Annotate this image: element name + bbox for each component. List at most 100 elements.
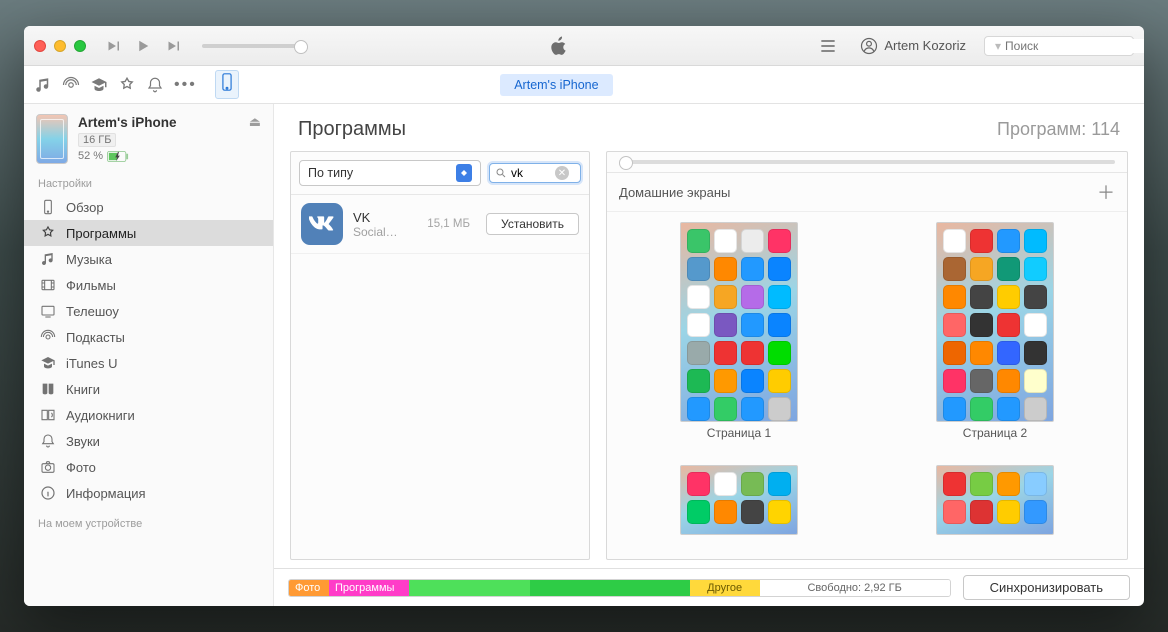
app-icon[interactable] <box>997 313 1020 337</box>
app-icon[interactable] <box>943 285 966 309</box>
home-screen-page-2[interactable] <box>936 222 1054 422</box>
app-icon[interactable] <box>687 369 710 393</box>
app-icon[interactable] <box>687 229 710 253</box>
app-icon[interactable] <box>687 285 710 309</box>
app-icon[interactable] <box>741 397 764 421</box>
app-icon[interactable] <box>997 285 1020 309</box>
sort-select[interactable]: По типу <box>299 160 481 186</box>
app-icon[interactable] <box>1024 313 1047 337</box>
app-icon[interactable] <box>714 369 737 393</box>
app-icon[interactable] <box>943 472 966 496</box>
global-search[interactable]: ▾ <box>984 36 1134 56</box>
play-icon[interactable] <box>134 37 152 55</box>
music-tab-icon[interactable] <box>34 76 52 94</box>
app-icon[interactable] <box>943 313 966 337</box>
app-icon[interactable] <box>768 500 791 524</box>
app-icon[interactable] <box>768 257 791 281</box>
app-icon[interactable] <box>997 397 1020 421</box>
sidebar-item-music[interactable]: Музыка <box>24 246 273 272</box>
app-icon[interactable] <box>714 341 737 365</box>
sidebar-item-itunesu[interactable]: iTunes U <box>24 350 273 376</box>
sidebar-item-photos[interactable]: Фото <box>24 454 273 480</box>
sidebar-item-apps[interactable]: Программы <box>24 220 273 246</box>
list-view-icon[interactable] <box>814 36 842 56</box>
home-screen-page-4[interactable] <box>936 465 1054 535</box>
app-icon[interactable] <box>687 313 710 337</box>
add-page-icon[interactable]: ＋ <box>1097 179 1115 205</box>
sidebar-item-info[interactable]: Информация <box>24 480 273 506</box>
sidebar-item-books[interactable]: Книги <box>24 376 273 402</box>
app-icon[interactable] <box>943 397 966 421</box>
prev-track-icon[interactable] <box>104 37 122 55</box>
global-search-input[interactable] <box>1005 39 1144 53</box>
app-icon[interactable] <box>970 341 993 365</box>
app-icon[interactable] <box>714 472 737 496</box>
app-icon[interactable] <box>714 285 737 309</box>
close-window[interactable] <box>34 40 46 52</box>
app-icon[interactable] <box>768 472 791 496</box>
app-icon[interactable] <box>1024 229 1047 253</box>
app-icon[interactable] <box>741 341 764 365</box>
app-icon[interactable] <box>970 229 993 253</box>
app-icon[interactable] <box>768 397 791 421</box>
app-icon[interactable] <box>970 313 993 337</box>
next-track-icon[interactable] <box>164 37 182 55</box>
zoom-slider[interactable] <box>625 160 1115 164</box>
app-icon[interactable] <box>687 500 710 524</box>
app-icon[interactable] <box>943 500 966 524</box>
app-icon[interactable] <box>970 369 993 393</box>
sidebar-item-movies[interactable]: Фильмы <box>24 272 273 298</box>
app-icon[interactable] <box>997 472 1020 496</box>
app-icon[interactable] <box>1024 369 1047 393</box>
app-icon[interactable] <box>1024 257 1047 281</box>
tones-tab-icon[interactable] <box>146 76 164 94</box>
app-icon[interactable] <box>970 500 993 524</box>
app-icon[interactable] <box>1024 397 1047 421</box>
app-icon[interactable] <box>997 257 1020 281</box>
app-icon[interactable] <box>997 341 1020 365</box>
app-icon[interactable] <box>970 285 993 309</box>
minimize-window[interactable] <box>54 40 66 52</box>
more-tabs[interactable]: ••• <box>174 76 197 94</box>
app-icon[interactable] <box>997 369 1020 393</box>
app-icon[interactable] <box>1024 285 1047 309</box>
app-icon[interactable] <box>741 472 764 496</box>
app-icon[interactable] <box>741 285 764 309</box>
app-icon[interactable] <box>714 257 737 281</box>
app-icon[interactable] <box>768 341 791 365</box>
app-icon[interactable] <box>714 313 737 337</box>
volume-slider[interactable] <box>202 44 302 48</box>
device-name-pill[interactable]: Artem's iPhone <box>500 74 612 96</box>
apps-search-input[interactable] <box>511 166 551 180</box>
app-icon[interactable] <box>997 500 1020 524</box>
app-icon[interactable] <box>768 285 791 309</box>
app-icon[interactable] <box>741 313 764 337</box>
sidebar-item-tvshows[interactable]: Телешоу <box>24 298 273 324</box>
app-icon[interactable] <box>1024 500 1047 524</box>
app-icon[interactable] <box>687 341 710 365</box>
app-icon[interactable] <box>768 313 791 337</box>
app-icon[interactable] <box>687 472 710 496</box>
apps-search[interactable]: ✕ <box>489 163 581 183</box>
app-icon[interactable] <box>970 472 993 496</box>
app-icon[interactable] <box>741 369 764 393</box>
zoom-window[interactable] <box>74 40 86 52</box>
app-icon[interactable] <box>943 369 966 393</box>
eject-icon[interactable]: ⏏ <box>249 114 261 130</box>
sync-button[interactable]: Синхронизировать <box>963 575 1130 600</box>
app-icon[interactable] <box>741 229 764 253</box>
app-icon[interactable] <box>687 257 710 281</box>
app-icon[interactable] <box>714 229 737 253</box>
home-screen-page-3[interactable] <box>680 465 798 535</box>
app-icon[interactable] <box>970 397 993 421</box>
app-icon[interactable] <box>741 500 764 524</box>
app-icon[interactable] <box>970 257 993 281</box>
clear-search-icon[interactable]: ✕ <box>555 166 569 180</box>
sidebar-item-podcasts[interactable]: Подкасты <box>24 324 273 350</box>
podcasts-tab-icon[interactable] <box>62 76 80 94</box>
account-menu[interactable]: Artem Kozoriz <box>850 37 976 55</box>
sidebar-item-tones[interactable]: Звуки <box>24 428 273 454</box>
app-icon[interactable] <box>714 500 737 524</box>
app-row[interactable]: VK Social… 15,1 МБ Установить <box>291 195 589 254</box>
home-screen-page-1[interactable] <box>680 222 798 422</box>
